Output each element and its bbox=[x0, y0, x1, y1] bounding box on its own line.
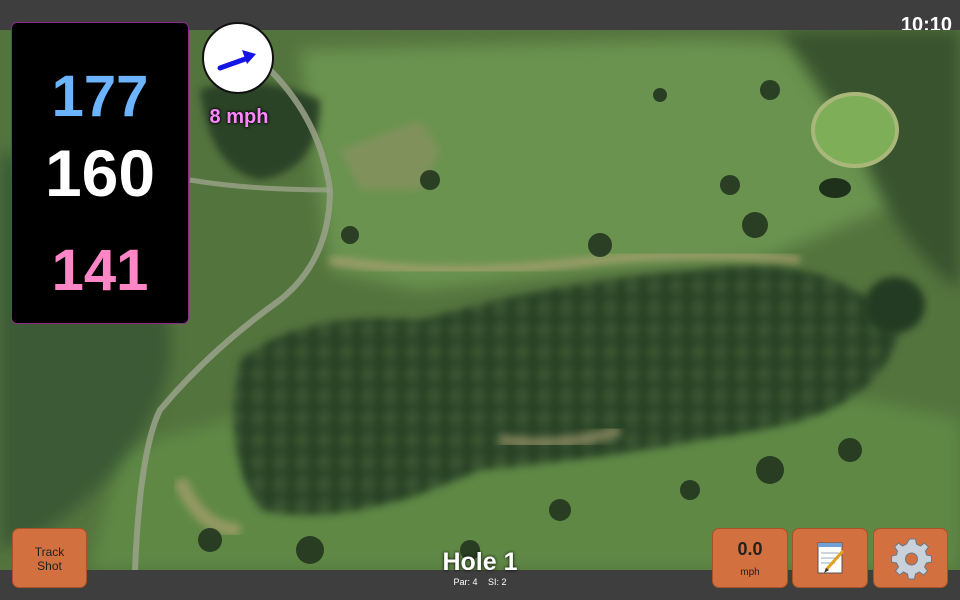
settings-button[interactable] bbox=[873, 528, 948, 588]
hole-par: Par: 4 bbox=[453, 577, 478, 587]
track-shot-label-line1: Track bbox=[34, 545, 65, 559]
wind-speed: 8 mph bbox=[209, 106, 269, 128]
distance-panel: 177 160 141 bbox=[11, 22, 189, 324]
speed-value: 0.0 bbox=[737, 539, 763, 559]
speed-button[interactable]: 0.0 mph bbox=[712, 528, 788, 588]
speed-unit: mph bbox=[740, 567, 760, 578]
gear-icon bbox=[891, 538, 932, 580]
notepad-icon bbox=[817, 542, 845, 574]
middle-of-green-distance: 160 bbox=[44, 136, 156, 210]
hole-info: Par: 4 SI: 2 bbox=[380, 577, 580, 587]
front-of-green-distance: 141 bbox=[51, 238, 149, 303]
hole-stroke-index: SI: 2 bbox=[488, 577, 507, 587]
wind-indicator bbox=[202, 22, 274, 94]
arrow-right-icon bbox=[217, 50, 256, 71]
track-shot-button[interactable]: Track Shot bbox=[12, 528, 87, 588]
hole-title: Hole 1 bbox=[442, 548, 518, 576]
track-shot-label-line2: Shot bbox=[37, 559, 62, 573]
notes-button[interactable] bbox=[792, 528, 868, 588]
back-of-green-distance: 177 bbox=[51, 64, 149, 129]
